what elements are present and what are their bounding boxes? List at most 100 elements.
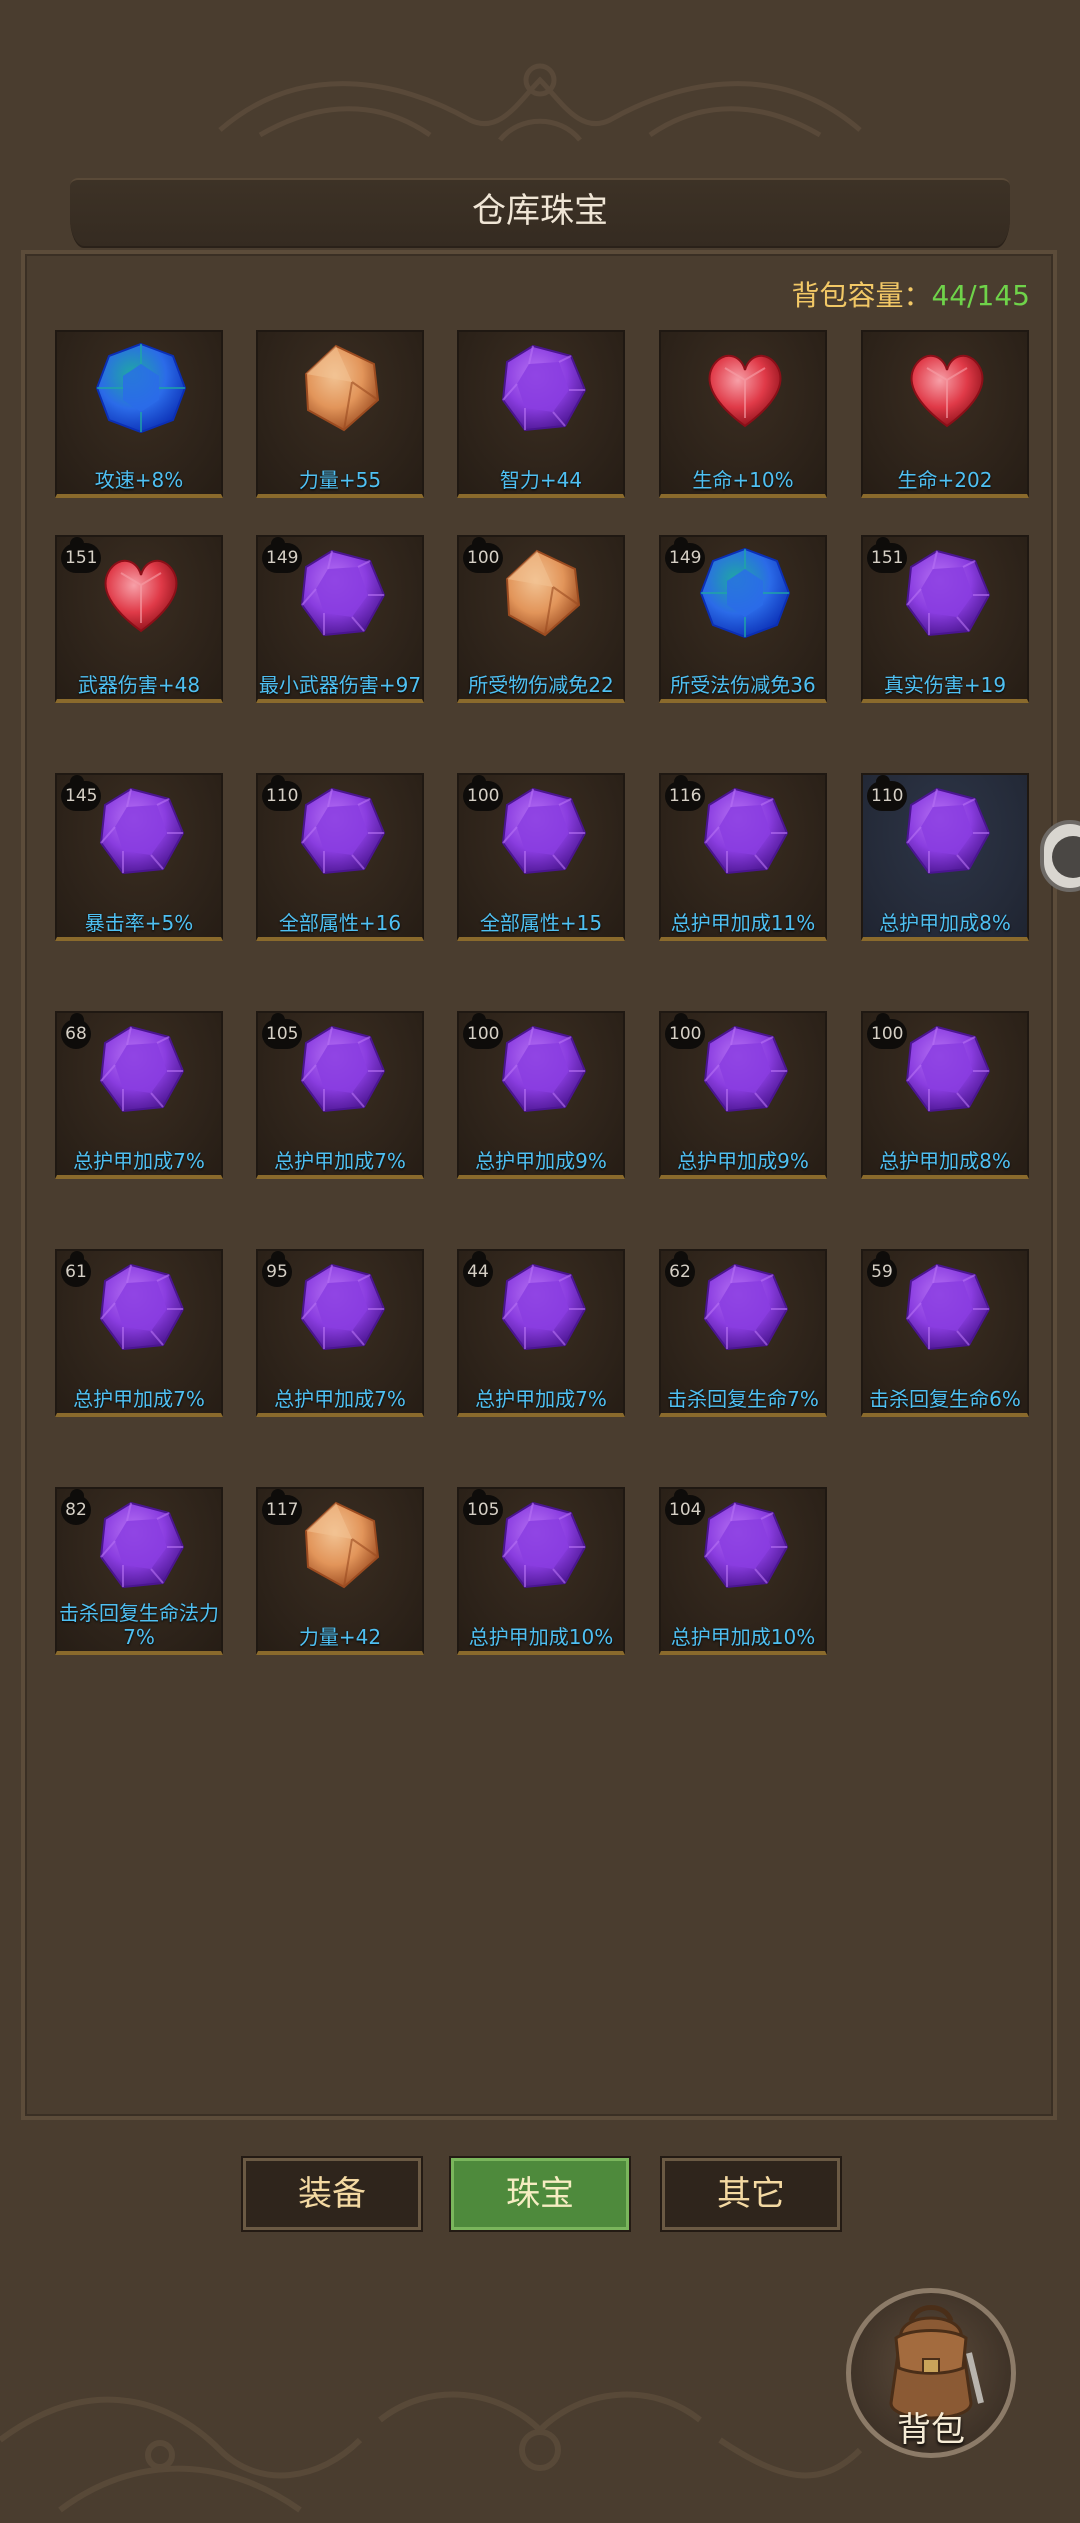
jewel-level-badge: 59	[867, 1251, 897, 1287]
jewel-slot[interactable]: 110 全部属性+16	[256, 773, 424, 941]
jewel-slot[interactable]: 100 总护甲加成9%	[457, 1011, 625, 1179]
jewel-stat-label: 所受物伤减免22	[468, 673, 614, 697]
jewel-level-badge: 61	[61, 1251, 91, 1287]
jewel-slot[interactable]: 61 总护甲加成7%	[55, 1249, 223, 1417]
purple-gem-icon	[91, 1257, 191, 1357]
purple-gem-icon	[695, 1495, 795, 1595]
jewel-stat-label: 总护甲加成7%	[73, 1149, 205, 1173]
jewel-stat-label: 总护甲加成7%	[274, 1387, 406, 1411]
tab-equipment[interactable]: 装备	[243, 2158, 421, 2230]
purple-gem-icon	[897, 781, 997, 881]
purple-gem-icon	[292, 781, 392, 881]
jewel-level-badge: 82	[61, 1489, 91, 1525]
jewel-stat-label: 总护甲加成8%	[879, 1149, 1011, 1173]
warehouse-jewel-screen: 仓库珠宝 背包容量：44/145 攻速+8% 力量+55 智力+44 生命+10…	[0, 0, 1080, 2523]
purple-gem-icon	[493, 1019, 593, 1119]
purple-gem-icon	[91, 1019, 191, 1119]
jewel-slot[interactable]: 149 所受法伤减免36	[659, 535, 827, 703]
red-gem-icon	[91, 543, 191, 643]
jewel-level-badge: 62	[665, 1251, 695, 1287]
purple-gem-icon	[897, 1257, 997, 1357]
jewel-stat-label: 真实伤害+19	[883, 673, 1007, 697]
jewel-slot[interactable]: 100 总护甲加成8%	[861, 1011, 1029, 1179]
storage-panel	[21, 250, 1057, 2120]
jewel-slot[interactable]: 59 击杀回复生命6%	[861, 1249, 1029, 1417]
orange-gem-icon	[493, 543, 593, 643]
red-gem-icon	[695, 338, 795, 438]
orange-gem-icon	[292, 338, 392, 438]
jewel-slot[interactable]: 149 最小武器伤害+97	[256, 535, 424, 703]
purple-gem-icon	[91, 781, 191, 881]
jewel-stat-label: 击杀回复生命法力7%	[59, 1601, 219, 1649]
jewel-stat-label: 力量+42	[298, 1625, 382, 1649]
jewel-stat-label: 总护甲加成9%	[475, 1149, 607, 1173]
tab-other[interactable]: 其它	[662, 2158, 840, 2230]
purple-gem-icon	[695, 1257, 795, 1357]
bag-capacity-value: 44/145	[931, 279, 1030, 312]
jewel-stat-label: 击杀回复生命7%	[667, 1387, 819, 1411]
jewel-level-badge: 68	[61, 1013, 91, 1049]
jewel-stat-label: 总护甲加成10%	[468, 1625, 614, 1649]
purple-gem-icon	[897, 543, 997, 643]
jewel-slot[interactable]: 105 总护甲加成10%	[457, 1487, 625, 1655]
jewel-stat-label: 总护甲加成8%	[879, 911, 1011, 935]
purple-gem-icon	[695, 781, 795, 881]
jewel-slot[interactable]: 68 总护甲加成7%	[55, 1011, 223, 1179]
jewel-stat-label: 最小武器伤害+97	[258, 673, 422, 697]
jewel-stat-label: 力量+55	[298, 468, 382, 492]
blue-gem-icon	[695, 543, 795, 643]
backpack-label: 背包	[897, 2410, 965, 2450]
jewel-stat-label: 全部属性+15	[479, 911, 603, 935]
jewel-slot[interactable]: 116 总护甲加成11%	[659, 773, 827, 941]
bag-capacity-label: 背包容量：	[791, 279, 932, 312]
assist-icon	[1052, 836, 1080, 878]
jewel-stat-label: 暴击率+5%	[84, 911, 194, 935]
jewel-level-badge: 44	[463, 1251, 493, 1287]
jewel-slot[interactable]: 145 暴击率+5%	[55, 773, 223, 941]
jewel-stat-label: 所受法伤减免36	[670, 673, 816, 697]
purple-gem-icon	[493, 1495, 593, 1595]
jewel-stat-label: 总护甲加成10%	[670, 1625, 816, 1649]
blue-gem-icon	[91, 338, 191, 438]
jewel-slot[interactable]: 攻速+8%	[55, 330, 223, 498]
jewel-slot[interactable]: 力量+55	[256, 330, 424, 498]
purple-gem-icon	[292, 1019, 392, 1119]
jewel-slot[interactable]: 100 全部属性+15	[457, 773, 625, 941]
jewel-stat-label: 武器伤害+48	[77, 673, 201, 697]
purple-gem-icon	[292, 1257, 392, 1357]
jewel-stat-label: 全部属性+16	[278, 911, 402, 935]
purple-gem-icon	[897, 1019, 997, 1119]
purple-gem-icon	[695, 1019, 795, 1119]
jewel-slot[interactable]: 105 总护甲加成7%	[256, 1011, 424, 1179]
jewel-stat-label: 攻速+8%	[94, 468, 184, 492]
jewel-slot[interactable]: 151 真实伤害+19	[861, 535, 1029, 703]
orange-gem-icon	[292, 1495, 392, 1595]
jewel-level-badge: 95	[262, 1251, 292, 1287]
jewel-slot[interactable]: 104 总护甲加成10%	[659, 1487, 827, 1655]
bag-capacity: 背包容量：44/145	[791, 276, 1030, 316]
purple-gem-icon	[493, 338, 593, 438]
purple-gem-icon	[91, 1495, 191, 1595]
jewel-slot[interactable]: 110 总护甲加成8%	[861, 773, 1029, 941]
jewel-stat-label: 总护甲加成7%	[73, 1387, 205, 1411]
jewel-slot[interactable]: 100 总护甲加成9%	[659, 1011, 827, 1179]
jewel-slot[interactable]: 生命+10%	[659, 330, 827, 498]
jewel-slot[interactable]: 82 击杀回复生命法力7%	[55, 1487, 223, 1655]
floating-assist-button[interactable]	[1040, 820, 1080, 892]
top-ornament	[218, 63, 862, 142]
tab-jewels[interactable]: 珠宝	[451, 2158, 629, 2230]
jewel-slot[interactable]: 151 武器伤害+48	[55, 535, 223, 703]
jewel-slot[interactable]: 100 所受物伤减免22	[457, 535, 625, 703]
jewel-slot[interactable]: 生命+202	[861, 330, 1029, 498]
purple-gem-icon	[292, 543, 392, 643]
jewel-stat-label: 击杀回复生命6%	[869, 1387, 1021, 1411]
jewel-slot[interactable]: 62 击杀回复生命7%	[659, 1249, 827, 1417]
jewel-stat-label: 总护甲加成7%	[274, 1149, 406, 1173]
page-title: 仓库珠宝	[472, 191, 608, 231]
purple-gem-icon	[493, 1257, 593, 1357]
jewel-slot[interactable]: 95 总护甲加成7%	[256, 1249, 424, 1417]
jewel-slot[interactable]: 44 总护甲加成7%	[457, 1249, 625, 1417]
jewel-stat-label: 总护甲加成9%	[677, 1149, 809, 1173]
jewel-slot[interactable]: 智力+44	[457, 330, 625, 498]
jewel-slot[interactable]: 117 力量+42	[256, 1487, 424, 1655]
